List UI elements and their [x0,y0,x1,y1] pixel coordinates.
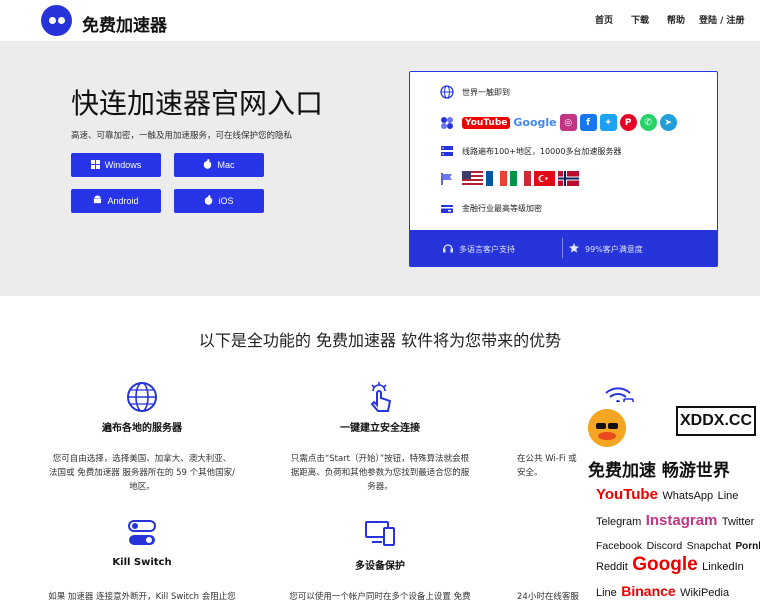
ad-line-1: YouTube WhatsApp Line [596,486,739,503]
card-lock-icon [440,201,454,215]
turkey-flag-icon [534,171,555,186]
apple-icon [203,159,212,171]
ios-download-button[interactable]: iOS [174,189,264,213]
android-label: Android [107,196,139,206]
italy-flag-icon [510,171,531,186]
android-download-button[interactable]: Android [71,189,161,213]
star-icon [568,242,580,256]
whatsapp-icon: ✆ [639,114,657,131]
mac-label: Mac [217,160,235,170]
features-title: 以下是全功能的 免费加速器 软件将为您带来的优势 [198,331,562,350]
feature-desc-servers: 您可自由选择，选择美国、加拿大、澳大利亚、 法国或 免费加速器 服务器所在的 5… [49,454,235,492]
server-icon [440,144,454,158]
apple-icon [204,195,213,207]
feature-title-oneclick: 一键建立安全连接 [340,423,420,434]
ad-site-box: XDDX.CC [676,406,756,436]
windows-icon [90,159,100,171]
satisfaction-text: 99%客户满意度 [585,244,643,254]
card-row-world: 世界一触即到 [440,85,510,99]
tap-icon [364,381,396,413]
nav-help[interactable]: 帮助 [667,13,685,26]
toggle-switch-icon [126,517,158,549]
footer-divider [562,238,563,258]
feature-card: 世界一触即到 YouTube Google ◎ f ✦ P ✆ ➤ 线路遍布10… [409,71,718,267]
brand-name[interactable]: 免费加速器 [82,11,167,36]
windows-download-button[interactable]: Windows [71,153,161,177]
twitter-icon: ✦ [599,114,617,131]
card-row-servers: 线路遍布100+地区，10000多台加速服务器 [440,144,621,158]
ad-line-4: Reddit Google LinkedIn [596,554,744,575]
ad-line-2: Telegram Instagram Twitter [596,512,755,529]
ios-label: iOS [218,196,234,206]
france-flag-icon [486,171,507,186]
instagram-icon: ◎ [559,114,577,131]
multilang-support: 多语言客户支持 [442,242,515,256]
nav-home[interactable]: 首页 [595,13,613,26]
card-row-flags [440,171,579,186]
norway-flag-icon [558,171,579,186]
feature-desc-oneclick: 只需点击“Start（开始）”按钮，特殊算法就会根 据距离、负荷和其他参数为您找… [290,454,470,492]
card-footer: 多语言客户支持 99%客户满意度 [410,230,717,266]
feature-desc-support: 24小时在线客服 [517,592,579,600]
multilang-support-text: 多语言客户支持 [459,244,515,254]
satisfaction: 99%客户满意度 [568,242,643,256]
feature-title-killswitch: Kill Switch [112,557,172,568]
ad-line-5: Line Binance WikiPedia [596,583,730,599]
facebook-icon: f [579,114,597,131]
feature-desc-killswitch: 如果 加速器 连接意外断开，Kill Switch 会阻止您 [48,592,236,600]
duck-mascot-icon [588,409,626,447]
globe-icon [440,85,454,99]
hero-title: 快连加速器官网入口 [71,87,324,120]
flag-icon [440,172,454,186]
feature-title-servers: 遍布各地的服务器 [102,423,182,434]
card-row-encryption-text: 金融行业最高等级加密 [462,203,542,213]
ad-slogan: 免费加速 畅游世界 [588,461,730,481]
windows-label: Windows [104,160,142,170]
usa-flag-icon [462,171,483,186]
headset-icon [442,242,454,256]
card-row-world-text: 世界一触即到 [462,87,510,97]
card-row-servers-text: 线路遍布100+地区，10000多台加速服务器 [462,146,622,156]
card-row-apps: YouTube Google ◎ f ✦ P ✆ ➤ [440,114,677,131]
google-logo: Google [513,116,557,129]
hero-subtitle: 高速、可靠加密，一触及用加速服务，可在线保护您的隐私 [71,131,293,141]
nav-download[interactable]: 下载 [631,13,649,26]
logo-icon[interactable] [41,5,72,36]
apps-icon [440,116,454,130]
telegram-icon: ➤ [659,114,677,131]
pinterest-icon: P [619,114,637,131]
feature-desc-wifi: 在公共 Wi-Fi 或 安全。 [517,454,577,478]
card-row-encryption: 金融行业最高等级加密 [440,201,542,215]
globe-icon [126,381,158,413]
feature-desc-multidevice: 您可以使用一个帐户同时在多个设备上设置 免费 [289,592,471,600]
ad-line-3: Facebook Discord Snapchat Pornhub [596,540,760,552]
top-header: 免费加速器 首页 下载 帮助 登陆 / 注册 [0,0,760,42]
youtube-logo: YouTube [462,116,511,129]
feature-title-multidevice: 多设备保护 [355,561,405,572]
mac-download-button[interactable]: Mac [174,153,264,177]
hero-section: 快连加速器官网入口 高速、可靠加密，一触及用加速服务，可在线保护您的隐私 Win… [0,42,760,296]
android-icon [93,195,102,207]
nav-login-register[interactable]: 登陆 / 注册 [699,13,745,26]
devices-icon [364,517,396,549]
